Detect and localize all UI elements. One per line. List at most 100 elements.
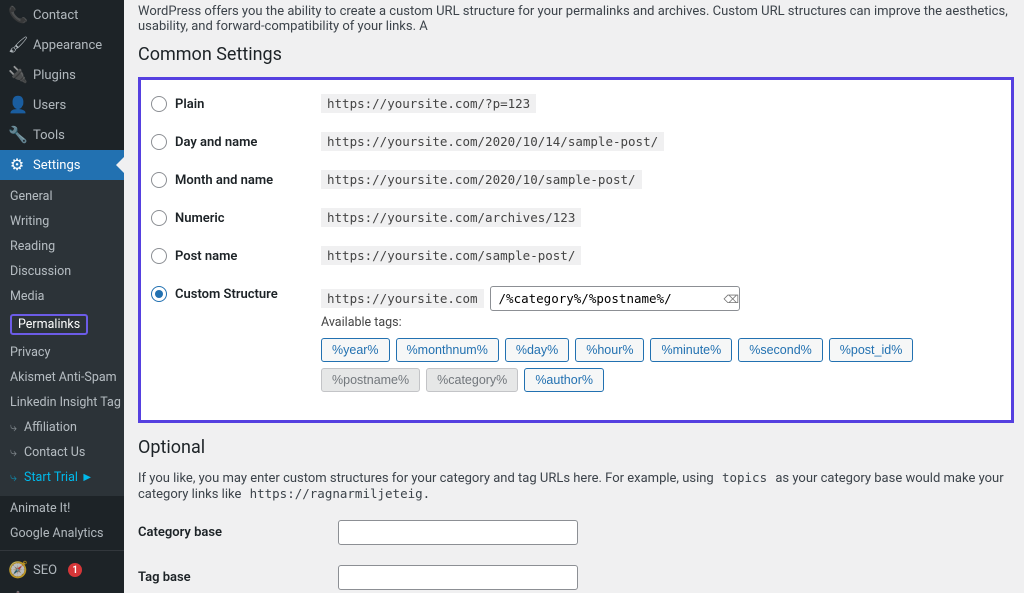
sidebar-item-hfcm[interactable]: 🤖HFCM xyxy=(0,585,124,593)
submenu-item-writing[interactable]: Writing xyxy=(0,209,124,234)
settings-submenu: General Writing Reading Discussion Media Perm… xyxy=(0,180,124,496)
permalink-example: https://yoursite.com/?p=123 xyxy=(321,94,536,113)
custom-structure-prefix: https://yoursite.com xyxy=(321,289,484,308)
permalink-option-postnm: Post name https://yoursite.com/sample-pos… xyxy=(151,248,995,264)
permalink-option-monname: Month and name https://yoursite.com/2020/… xyxy=(151,172,995,188)
tree-prefix-icon: ⤷ xyxy=(10,445,17,460)
permalink-radio-postnm[interactable] xyxy=(151,248,167,264)
tree-prefix-icon: ⤷ xyxy=(10,470,17,485)
available-tags-label: Available tags: xyxy=(321,315,995,330)
permalink-option-plain: Plain https://yoursite.com/?p=123 xyxy=(151,96,995,112)
tag-button-hour[interactable]: %hour% xyxy=(575,338,644,362)
sidebar-item-label: Settings xyxy=(33,158,80,173)
sidebar-item-animate-it-[interactable]: Animate It! xyxy=(0,496,124,521)
permalink-example: https://yoursite.com/2020/10/sample-post… xyxy=(321,170,642,189)
submenu-item-discussion[interactable]: Discussion xyxy=(0,259,124,284)
settings-icon: ⚙ xyxy=(8,157,26,173)
permalink-radio-label[interactable]: Plain xyxy=(175,97,204,112)
permalink-option-dayname: Day and name https://yoursite.com/2020/10… xyxy=(151,134,995,150)
category-base-input[interactable] xyxy=(338,520,578,545)
tag-button-monthnum[interactable]: %monthnum% xyxy=(396,338,499,362)
permalink-radio-label[interactable]: Post name xyxy=(175,249,237,264)
submenu-item-media[interactable]: Media xyxy=(0,284,124,309)
tag-button-postname[interactable]: %postname% xyxy=(321,368,420,392)
tag-button-category[interactable]: %category% xyxy=(426,368,518,392)
submenu-item-label: Linkedin Insight Tag xyxy=(10,395,121,410)
tools-icon: 🔧 xyxy=(8,127,26,143)
count-badge: 1 xyxy=(68,563,82,577)
submenu-item-label: Media xyxy=(10,289,44,304)
permalink-radio-label[interactable]: Custom Structure xyxy=(175,287,278,302)
appearance-icon: 🖌 xyxy=(8,37,26,53)
main-content: WordPress offers you the ability to crea… xyxy=(124,0,1024,593)
submenu-item-label: Affiliation xyxy=(24,420,77,435)
contact-icon: 📞 xyxy=(8,7,26,23)
tree-prefix-icon: ⤷ xyxy=(10,420,17,435)
sidebar-item-seo[interactable]: 🧭SEO1 xyxy=(0,555,124,585)
tag-button-minute[interactable]: %minute% xyxy=(650,338,732,362)
submenu-item-label: Discussion xyxy=(10,264,71,279)
permalink-example: https://yoursite.com/archives/123 xyxy=(321,208,581,227)
sidebar-item-label: Tools xyxy=(33,128,65,143)
sidebar-item-plugins[interactable]: 🔌 Plugins xyxy=(0,60,124,90)
sidebar-item-label: Google Analytics xyxy=(10,526,104,541)
permalink-radio-label[interactable]: Day and name xyxy=(175,135,257,150)
users-icon: 👤 xyxy=(8,97,26,113)
permalink-radio-numeric[interactable] xyxy=(151,210,167,226)
sidebar-item-settings[interactable]: ⚙ Settings xyxy=(0,150,124,180)
plugins-icon: 🔌 xyxy=(8,67,26,83)
submenu-item-label: Privacy xyxy=(10,345,50,360)
sidebar-item-contact[interactable]: 📞 Contact xyxy=(0,0,124,30)
sidebar-item-label: Appearance xyxy=(33,38,102,53)
permalink-radio-label[interactable]: Month and name xyxy=(175,173,273,188)
permalink-radio-label[interactable]: Numeric xyxy=(175,211,225,226)
permalink-option-numeric: Numeric https://yoursite.com/archives/123 xyxy=(151,210,995,226)
optional-description: If you like, you may enter custom struct… xyxy=(138,470,1014,502)
permalink-radio-dayname[interactable] xyxy=(151,134,167,150)
section-title-optional: Optional xyxy=(138,437,1014,458)
intro-text: WordPress offers you the ability to crea… xyxy=(138,4,1024,34)
sidebar-item-users[interactable]: 👤 Users xyxy=(0,90,124,120)
submenu-item-affiliation[interactable]: ⤷ Affiliation xyxy=(0,415,124,440)
sidebar-item-tools[interactable]: 🔧 Tools xyxy=(0,120,124,150)
sidebar-item-label: Contact xyxy=(33,8,78,23)
submenu-item-akismet-anti-spam[interactable]: Akismet Anti-Spam xyxy=(0,365,124,390)
submenu-item-linkedin-insight-tag[interactable]: Linkedin Insight Tag1 xyxy=(0,390,124,415)
sidebar-item-label: Plugins xyxy=(33,68,76,83)
section-title-common: Common Settings xyxy=(138,44,1024,65)
permalink-radio-custom[interactable] xyxy=(151,286,167,302)
sidebar-item-appearance[interactable]: 🖌 Appearance xyxy=(0,30,124,60)
tag-button-post_id[interactable]: %post_id% xyxy=(829,338,914,362)
common-settings-box: Plain https://yoursite.com/?p=123 Day and … xyxy=(138,77,1014,423)
sidebar-item-label: Animate It! xyxy=(10,501,70,516)
custom-structure-input[interactable] xyxy=(490,286,740,311)
permalink-example: https://yoursite.com/sample-post/ xyxy=(321,246,581,265)
tag-base-input[interactable] xyxy=(338,565,578,590)
submenu-item-reading[interactable]: Reading xyxy=(0,234,124,259)
sidebar-item-google-analytics[interactable]: Google Analytics xyxy=(0,521,124,546)
submenu-item-label: Contact Us xyxy=(24,445,85,460)
tag-button-author[interactable]: %author% xyxy=(524,368,604,392)
submenu-item-privacy[interactable]: Privacy xyxy=(0,340,124,365)
submenu-item-label: General xyxy=(10,189,53,204)
submenu-item-start-trial-[interactable]: ⤷ Start Trial ► xyxy=(0,465,124,490)
sidebar-item-label: Users xyxy=(33,98,66,113)
submenu-item-contact-us[interactable]: ⤷ Contact Us xyxy=(0,440,124,465)
tag-button-year[interactable]: %year% xyxy=(321,338,390,362)
permalink-radio-monname[interactable] xyxy=(151,172,167,188)
submenu-item-label: Writing xyxy=(10,214,49,229)
admin-sidebar: 📞 Contact 🖌 Appearance 🔌 Plugins 👤 Users 🔧 Tools ⚙… xyxy=(0,0,124,593)
permalink-radio-plain[interactable] xyxy=(151,96,167,112)
permalink-example: https://yoursite.com/2020/10/14/sample-p… xyxy=(321,132,664,151)
tag-base-label: Tag base xyxy=(138,570,338,585)
submenu-item-general[interactable]: General xyxy=(0,184,124,209)
tag-button-second[interactable]: %second% xyxy=(738,338,823,362)
submenu-item-label: Start Trial ► xyxy=(24,470,93,485)
tag-button-day[interactable]: %day% xyxy=(505,338,569,362)
submenu-item-label: Akismet Anti-Spam xyxy=(10,370,117,385)
sidebar-item-label: SEO xyxy=(33,563,57,578)
submenu-item-label: Reading xyxy=(10,239,55,254)
permalink-option-custom: Custom Structure https://yoursite.com ⌫ Ava… xyxy=(151,286,995,392)
submenu-item-permalinks[interactable]: Permalinks xyxy=(0,309,124,340)
clear-icon[interactable]: ⌫ xyxy=(724,293,736,305)
